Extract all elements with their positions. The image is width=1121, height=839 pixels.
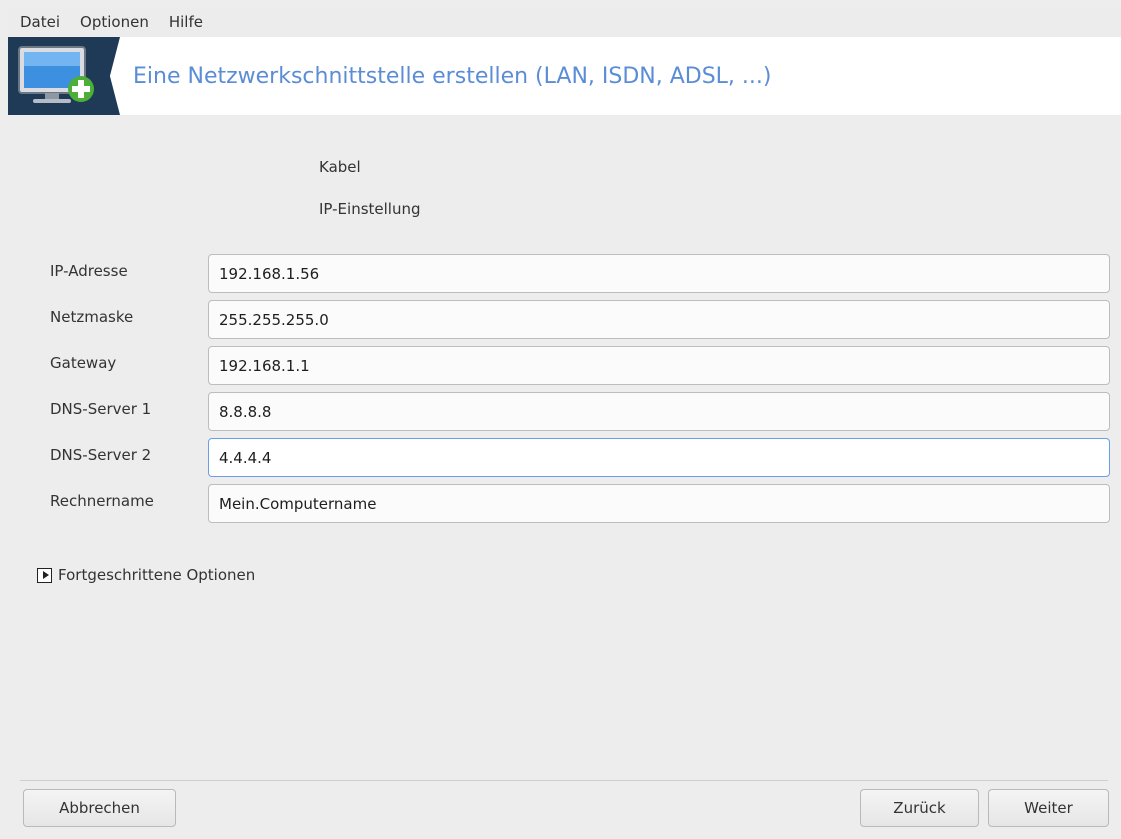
menu-optionen[interactable]: Optionen	[70, 13, 159, 31]
advanced-options-label: Fortgeschrittene Optionen	[58, 566, 256, 584]
network-monitor-add-icon	[18, 46, 94, 103]
hostname-row: Rechnername	[0, 484, 1121, 524]
ip-settings-heading: IP-Einstellung	[319, 200, 421, 218]
menubar: Datei Optionen Hilfe	[8, 8, 1121, 36]
netmask-row: Netzmaske	[0, 300, 1121, 340]
dns1-input[interactable]	[208, 392, 1110, 431]
ip-address-label: IP-Adresse	[50, 262, 128, 280]
advanced-options-expander[interactable]: Fortgeschrittene Optionen	[37, 566, 255, 584]
next-button[interactable]: Weiter	[988, 789, 1109, 827]
dns2-input[interactable]	[208, 438, 1110, 477]
gateway-input[interactable]	[208, 346, 1110, 385]
header-banner: Eine Netzwerkschnittstelle erstellen (LA…	[8, 37, 1121, 115]
menu-hilfe[interactable]: Hilfe	[159, 13, 213, 31]
netmask-input[interactable]	[208, 300, 1110, 339]
dns2-row: DNS-Server 2	[0, 438, 1121, 478]
gateway-label: Gateway	[50, 354, 117, 372]
banner-icon-area	[8, 37, 120, 115]
expander-arrow-icon	[37, 567, 52, 583]
connection-type-label: Kabel	[319, 158, 361, 176]
netmask-label: Netzmaske	[50, 308, 134, 326]
dns1-label: DNS-Server 1	[50, 400, 152, 418]
footer-separator	[20, 780, 1108, 781]
dns1-row: DNS-Server 1	[0, 392, 1121, 432]
hostname-input[interactable]	[208, 484, 1110, 523]
ip-address-row: IP-Adresse	[0, 254, 1121, 294]
page-title: Eine Netzwerkschnittstelle erstellen (LA…	[133, 63, 772, 89]
hostname-label: Rechnername	[50, 492, 154, 510]
cancel-button[interactable]: Abbrechen	[23, 789, 176, 827]
network-wizard-window: Datei Optionen Hilfe Eine Netzwerkschnit…	[0, 0, 1121, 839]
back-button[interactable]: Zurück	[860, 789, 979, 827]
gateway-row: Gateway	[0, 346, 1121, 386]
menu-datei[interactable]: Datei	[8, 13, 70, 31]
ip-address-input[interactable]	[208, 254, 1110, 293]
dns2-label: DNS-Server 2	[50, 446, 152, 464]
